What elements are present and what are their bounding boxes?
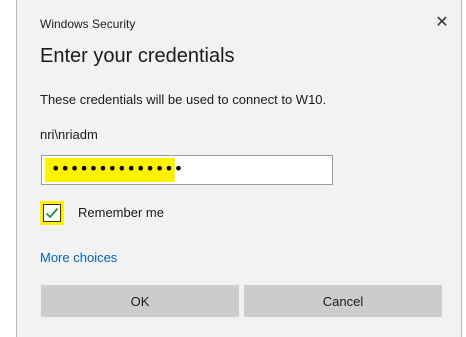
description-text: These credentials will be used to connec… (40, 92, 327, 107)
title-bar: Windows Security ✕ (17, 0, 461, 31)
close-button[interactable]: ✕ (431, 12, 453, 34)
credentials-dialog: Windows Security ✕ Enter your credential… (16, 0, 462, 337)
checkmark-icon (45, 207, 59, 219)
dialog-heading: Enter your credentials (40, 45, 235, 67)
password-input[interactable]: •••••••••••••• (41, 155, 333, 185)
more-choices-link[interactable]: More choices (40, 250, 117, 265)
close-icon: ✕ (435, 14, 449, 31)
username-label: nri\nriadm (40, 127, 98, 142)
remember-me-label[interactable]: Remember me (78, 205, 164, 220)
cancel-button[interactable]: Cancel (244, 285, 442, 317)
ok-button[interactable]: OK (41, 285, 239, 317)
password-masked-value: •••••••••••••• (51, 159, 184, 178)
window-title: Windows Security (40, 17, 136, 31)
remember-me-checkbox[interactable] (43, 204, 61, 222)
